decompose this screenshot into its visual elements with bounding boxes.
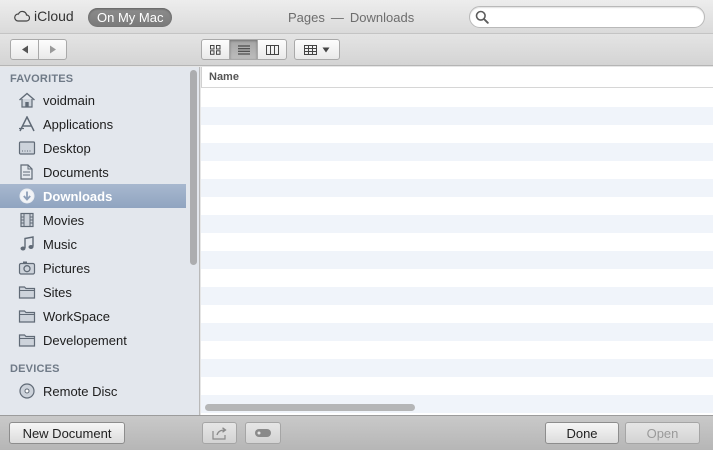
devices-heading: DEVICES bbox=[10, 363, 60, 375]
grid-icon bbox=[210, 44, 221, 55]
sidebar-item-label: Remote Disc bbox=[43, 384, 118, 399]
open-button[interactable]: Open bbox=[625, 422, 700, 444]
list-row bbox=[201, 89, 713, 107]
file-list: Name bbox=[201, 67, 713, 415]
app-name: Pages bbox=[288, 10, 325, 25]
sidebar-item-label: Downloads bbox=[43, 189, 113, 204]
search-input[interactable] bbox=[492, 9, 697, 25]
list-row bbox=[201, 233, 713, 251]
sidebar-item-remote-disc[interactable]: Remote Disc bbox=[0, 379, 186, 403]
list-row bbox=[201, 269, 713, 287]
documents-icon bbox=[18, 164, 36, 180]
list-row bbox=[201, 341, 713, 359]
list-row bbox=[201, 143, 713, 161]
toolbar bbox=[0, 34, 713, 66]
horizontal-scrollbar[interactable] bbox=[205, 404, 415, 411]
columns-icon bbox=[265, 44, 279, 55]
sidebar-item-documents[interactable]: Documents bbox=[0, 160, 186, 184]
applications-icon bbox=[18, 116, 36, 132]
column-header-label: Name bbox=[209, 71, 239, 83]
sidebar-item-label: Desktop bbox=[43, 141, 91, 156]
search-icon bbox=[475, 10, 489, 24]
share-button[interactable] bbox=[202, 422, 237, 444]
list-row bbox=[201, 179, 713, 197]
title-separator: — bbox=[330, 10, 344, 25]
sidebar-item-label: Applications bbox=[43, 117, 114, 132]
music-icon bbox=[18, 236, 36, 252]
sidebar-item-label: voidmain bbox=[43, 93, 96, 108]
list-row bbox=[201, 359, 713, 377]
sidebar-item-label: Developement bbox=[43, 333, 127, 348]
sidebar-item-applications[interactable]: Applications bbox=[0, 112, 186, 136]
list-row bbox=[201, 323, 713, 341]
back-forward-control bbox=[10, 39, 67, 60]
list-row bbox=[201, 377, 713, 395]
downloads-icon bbox=[18, 188, 36, 204]
current-location: Downloads bbox=[349, 10, 415, 25]
on-my-mac-tab[interactable]: On My Mac bbox=[88, 8, 173, 27]
share-icon bbox=[211, 426, 227, 440]
sidebar-item-desktop[interactable]: Desktop bbox=[0, 136, 186, 160]
sidebar-item-workspace[interactable]: WorkSpace bbox=[0, 304, 186, 328]
list-row bbox=[201, 107, 713, 125]
column-header-name[interactable]: Name bbox=[201, 67, 713, 88]
cloud-icon bbox=[14, 10, 30, 22]
sidebar-item-music[interactable]: Music bbox=[0, 232, 186, 256]
favorites-heading: FAVORITES bbox=[10, 73, 74, 85]
list-row bbox=[201, 305, 713, 323]
search-field[interactable] bbox=[469, 6, 705, 28]
arrange-menu-button[interactable] bbox=[294, 39, 340, 60]
forward-button[interactable] bbox=[39, 40, 66, 59]
sidebar-item-label: Movies bbox=[43, 213, 85, 228]
icloud-tab[interactable]: iCloud bbox=[14, 8, 74, 24]
view-mode-control bbox=[201, 39, 287, 60]
list-row bbox=[201, 161, 713, 179]
list-row bbox=[201, 125, 713, 143]
sidebar-item-movies[interactable]: Movies bbox=[0, 208, 186, 232]
folder-icon bbox=[18, 308, 36, 324]
back-button[interactable] bbox=[11, 40, 39, 59]
folder-icon bbox=[18, 332, 36, 348]
pictures-icon bbox=[18, 260, 36, 276]
sidebar-item-sites[interactable]: Sites bbox=[0, 280, 186, 304]
sidebar-item-label: WorkSpace bbox=[43, 309, 110, 324]
list-icon bbox=[237, 45, 250, 54]
list-row bbox=[201, 197, 713, 215]
folder-icon bbox=[18, 284, 36, 300]
title-bar: iCloud On My Mac Pages — Downloads bbox=[0, 0, 713, 34]
sidebar-item-voidmain[interactable]: voidmain bbox=[0, 88, 186, 112]
icon-view-button[interactable] bbox=[202, 40, 230, 59]
list-row bbox=[201, 251, 713, 269]
forward-arrow-icon bbox=[49, 45, 56, 54]
sidebar-item-pictures[interactable]: Pictures bbox=[0, 256, 186, 280]
sidebar-scrollbar[interactable] bbox=[190, 70, 197, 265]
file-rows bbox=[201, 89, 713, 413]
list-row bbox=[201, 215, 713, 233]
sidebar: FAVORITES voidmain Applications Desktop … bbox=[0, 67, 200, 415]
back-arrow-icon bbox=[21, 45, 28, 54]
bottom-bar: New Document Done Open bbox=[0, 415, 713, 450]
desktop-icon bbox=[18, 140, 36, 156]
sidebar-item-developement[interactable]: Developement bbox=[0, 328, 186, 352]
chevron-down-icon bbox=[322, 47, 330, 52]
sidebar-item-label: Documents bbox=[43, 165, 109, 180]
tag-icon bbox=[255, 429, 271, 437]
window-title: Pages — Downloads bbox=[288, 10, 414, 25]
column-view-button[interactable] bbox=[258, 40, 286, 59]
list-view-button[interactable] bbox=[230, 40, 258, 59]
done-button[interactable]: Done bbox=[545, 422, 619, 444]
list-row bbox=[201, 287, 713, 305]
sidebar-item-label: Music bbox=[43, 237, 77, 252]
icloud-label: iCloud bbox=[34, 8, 74, 24]
sidebar-item-downloads[interactable]: Downloads bbox=[0, 184, 186, 208]
new-document-button[interactable]: New Document bbox=[9, 422, 125, 444]
home-icon bbox=[18, 92, 36, 108]
arrange-grid-icon bbox=[304, 44, 317, 55]
movies-icon bbox=[18, 212, 36, 228]
sidebar-item-label: Pictures bbox=[43, 261, 90, 276]
disc-icon bbox=[18, 383, 36, 399]
sidebar-item-label: Sites bbox=[43, 285, 72, 300]
tag-button[interactable] bbox=[245, 422, 281, 444]
